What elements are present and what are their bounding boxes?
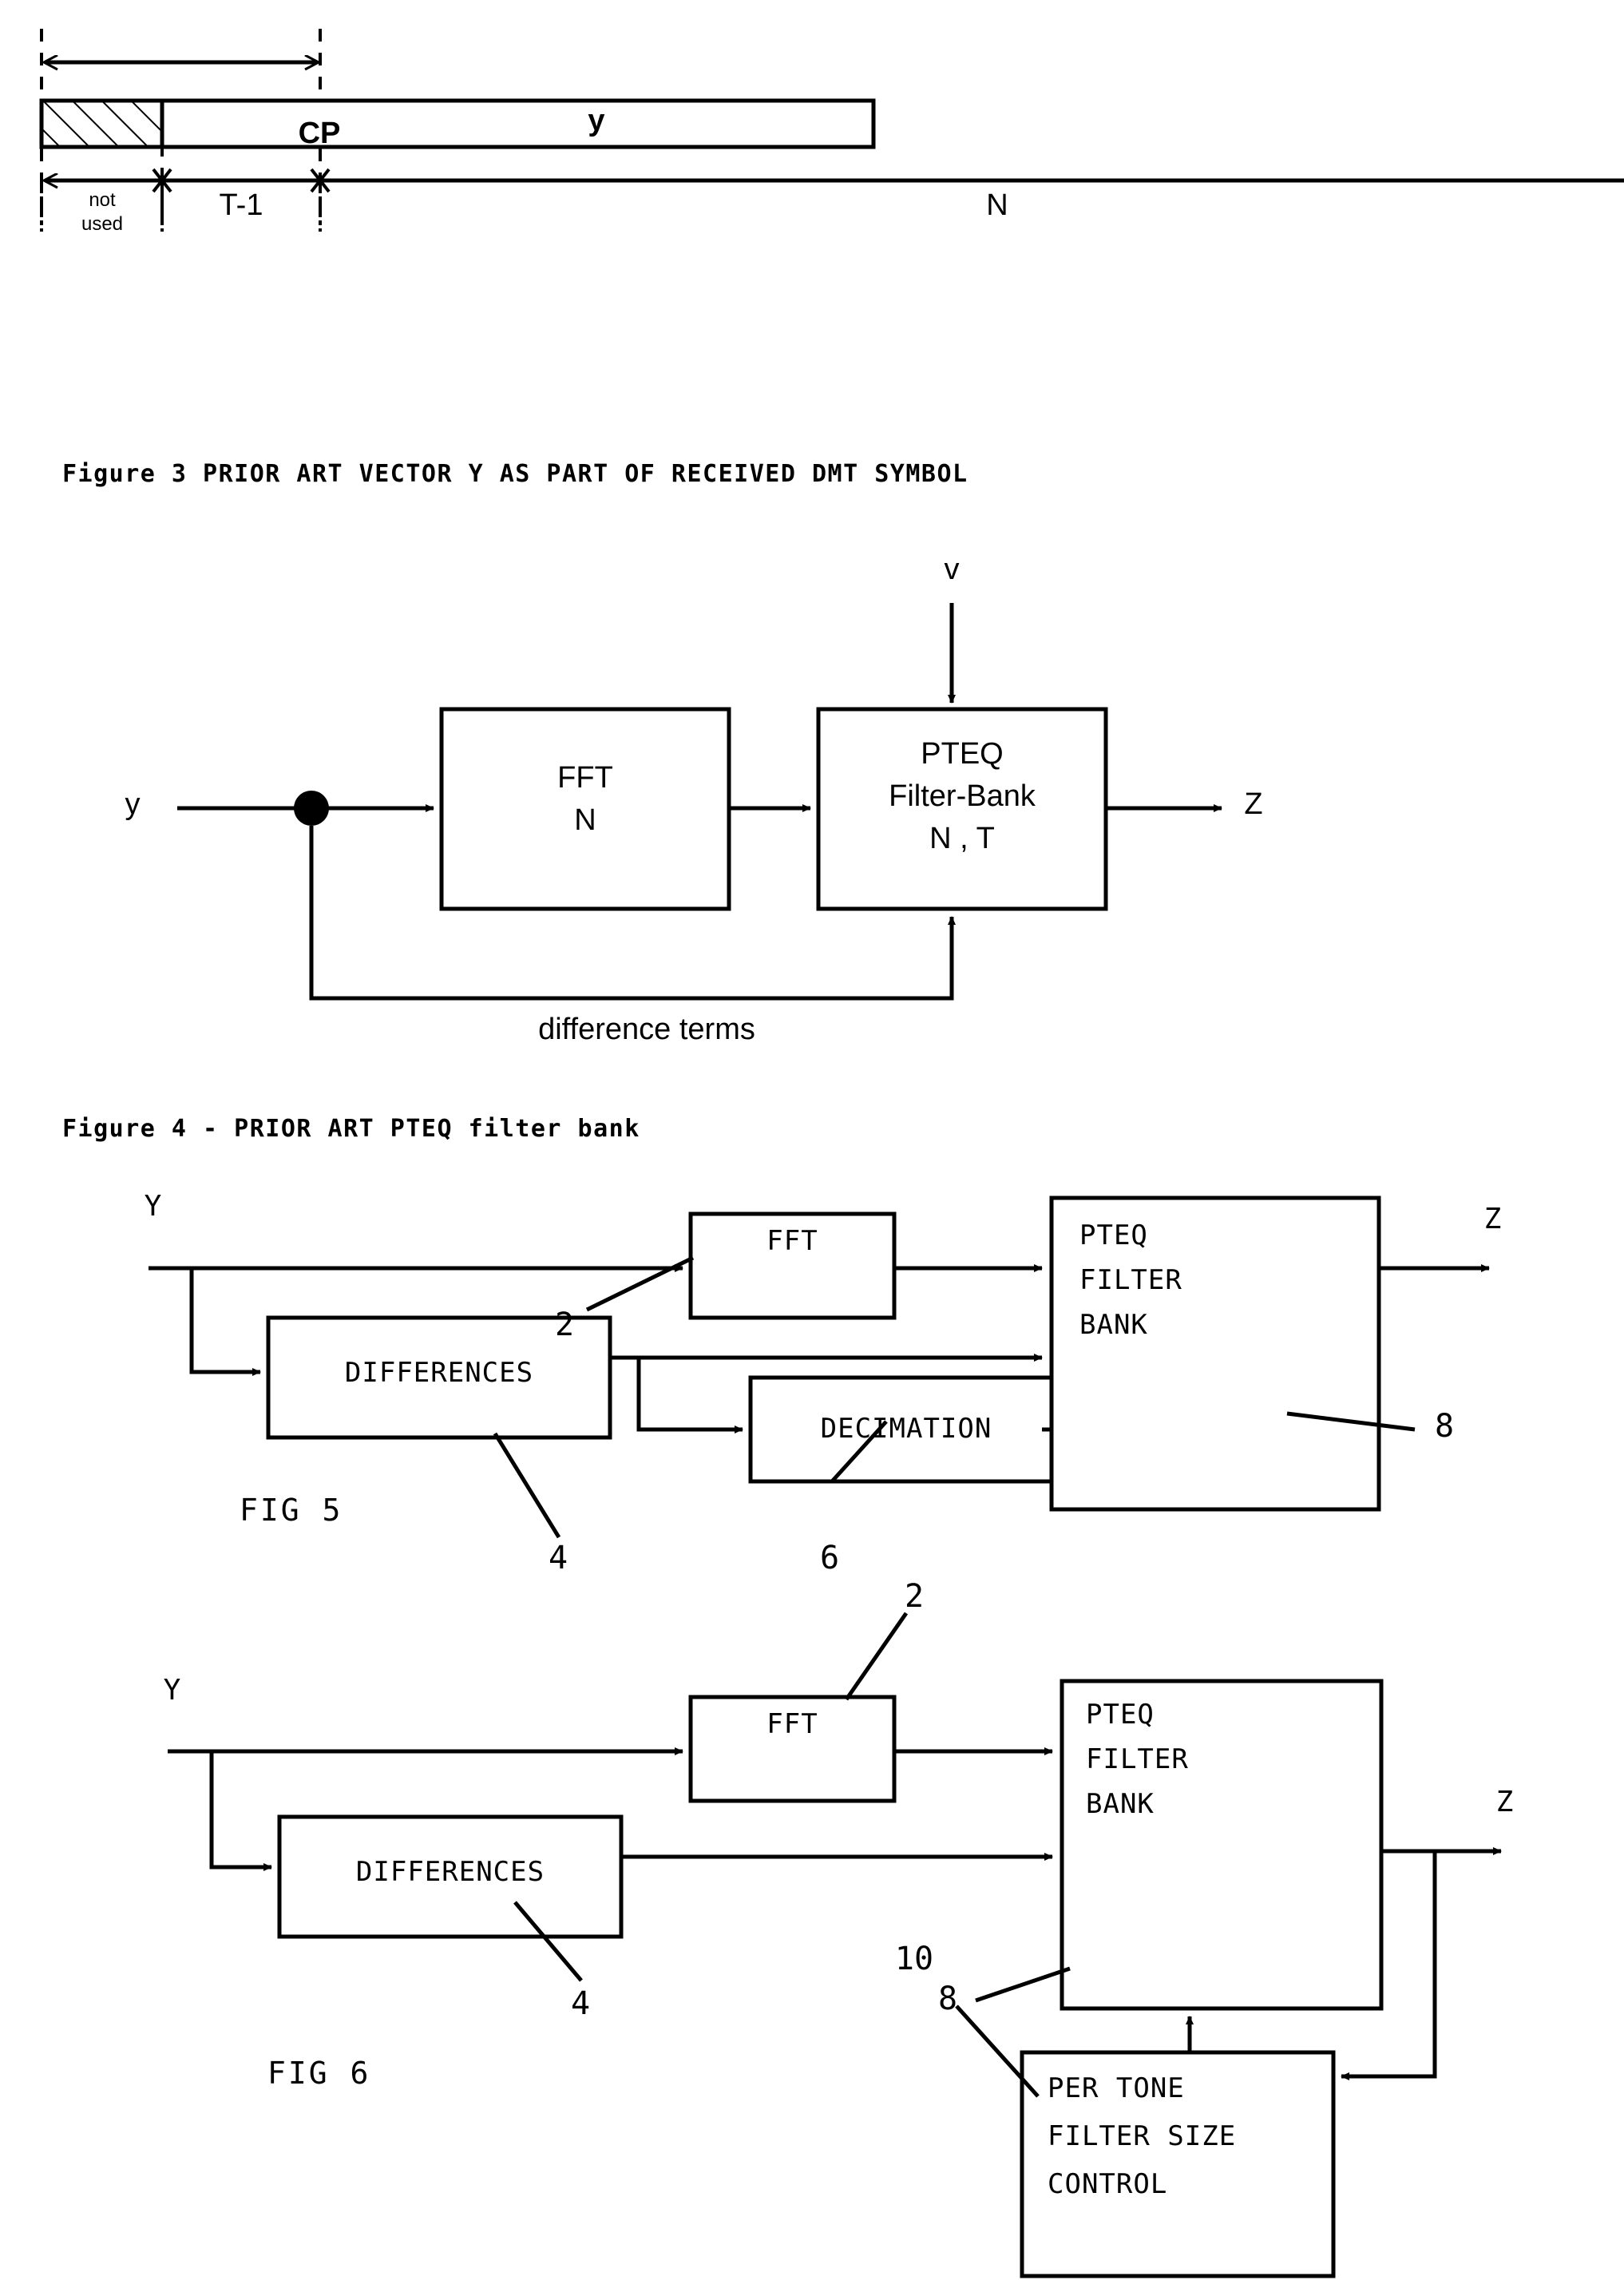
fig4-fft-label-line1: FFT bbox=[557, 761, 613, 795]
fig6-fft-reference-number: 2 bbox=[904, 1578, 925, 1615]
fig4-y-input-label: y bbox=[125, 787, 141, 821]
fig4-fft-label-line2: N bbox=[574, 803, 596, 837]
fig4-pteq-label-line1: PTEQ bbox=[921, 737, 1004, 771]
fig4-difference-terms-label: difference terms bbox=[538, 1013, 755, 1046]
not-used-label-line2: used bbox=[81, 213, 124, 235]
fig6-pteq-reference-number: 8 bbox=[937, 1981, 958, 2017]
fig6-control-reference-number: 10 bbox=[894, 1941, 934, 1977]
fig4-v-input-label: v bbox=[944, 553, 960, 586]
fig6-differences-reference-number: 4 bbox=[570, 1985, 591, 2022]
fig5-input-label: Y bbox=[144, 1190, 163, 1223]
fig5-decimation-label: DECIMATION bbox=[820, 1413, 992, 1445]
fig6-control-label-line2: FILTER SIZE bbox=[1048, 2120, 1237, 2152]
not-used-label-line1: not bbox=[89, 189, 116, 211]
fig6-input-label: Y bbox=[163, 1674, 182, 1707]
fig5-fft-label: FFT bbox=[766, 1225, 818, 1257]
patent-figure-sheet: CP y not used T-1 N Figure 3 PRIOR ART V… bbox=[0, 0, 1624, 2280]
fig6-pteq-label-line3: BANK bbox=[1086, 1788, 1155, 1820]
fig5-pteq-label-line2: FILTER bbox=[1079, 1264, 1182, 1296]
n-label: N bbox=[986, 188, 1008, 222]
fig6-output-label: Z bbox=[1495, 1786, 1515, 1818]
t-minus-1-label: T-1 bbox=[219, 188, 263, 222]
fig5-fft-reference-number: 2 bbox=[554, 1307, 575, 1343]
fig5-pteq-label-line3: BANK bbox=[1079, 1309, 1148, 1341]
fig5-fft-ref-leader bbox=[585, 1255, 695, 1312]
fig6-pteq-ref-leader bbox=[975, 1966, 1071, 2003]
fig5-pteq-reference-number: 8 bbox=[1434, 1408, 1455, 1445]
fig5-differences-reference-number: 4 bbox=[548, 1540, 568, 1576]
fig6-pteq-label-line2: FILTER bbox=[1086, 1743, 1189, 1775]
fig5-differences-label: DIFFERENCES bbox=[344, 1357, 534, 1389]
fig5-figure-label: FIG 5 bbox=[240, 1493, 343, 1528]
fig6-fft-label: FFT bbox=[766, 1708, 818, 1740]
figure3-caption: Figure 3 PRIOR ART VECTOR Y AS PART OF R… bbox=[62, 460, 968, 488]
fig6-pteq-label-line1: PTEQ bbox=[1086, 1699, 1155, 1731]
fig6-control-label-line1: PER TONE bbox=[1048, 2072, 1185, 2104]
fig6-control-label-line3: CONTROL bbox=[1048, 2168, 1168, 2200]
fig6-differences-label: DIFFERENCES bbox=[355, 1856, 545, 1888]
figure4-caption: Figure 4 - PRIOR ART PTEQ filter bank bbox=[62, 1115, 640, 1143]
fig5-pteq-label-line1: PTEQ bbox=[1079, 1219, 1148, 1251]
fig5-differences-ref-leader bbox=[493, 1432, 561, 1539]
fig6-fft-ref-leader bbox=[844, 1612, 909, 1701]
fig6-figure-label: FIG 6 bbox=[267, 2056, 371, 2091]
fig6-y-branch-path bbox=[209, 1751, 272, 1871]
fig5-output-label: Z bbox=[1483, 1203, 1503, 1235]
fig5-decimation-reference-number: 6 bbox=[819, 1540, 840, 1576]
fig4-pteq-label-line2: Filter-Bank bbox=[889, 779, 1036, 813]
fig5-y-branch-path bbox=[189, 1268, 261, 1376]
y-vector-label: y bbox=[588, 104, 605, 137]
fig4-pteq-label-line3: N , T bbox=[929, 822, 995, 855]
fig4-output-label: Z bbox=[1244, 787, 1263, 821]
fig5-differences-to-decimation-path bbox=[636, 1358, 743, 1433]
